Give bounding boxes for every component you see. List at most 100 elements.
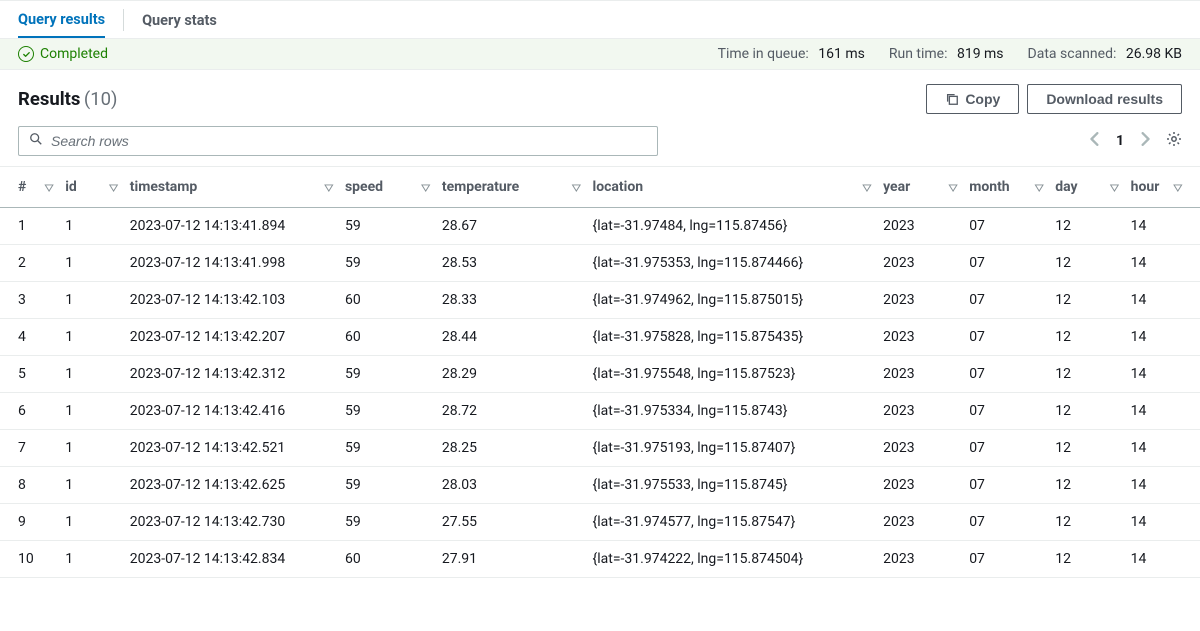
col-header-temperature[interactable]: temperature▽ <box>436 167 587 208</box>
status-completed: Completed <box>18 46 108 62</box>
status-bar: Completed Time in queue: 161 ms Run time… <box>0 39 1200 70</box>
search-wrap[interactable] <box>18 126 658 156</box>
cell-id: 1 <box>59 504 124 541</box>
cell-timestamp: 2023-07-12 14:13:42.625 <box>124 467 339 504</box>
cell-location: {lat=-31.974222, lng=115.874504} <box>587 541 878 578</box>
cell-month: 07 <box>963 430 1049 467</box>
cell-month: 07 <box>963 541 1049 578</box>
table-row: 212023-07-12 14:13:41.9985928.53{lat=-31… <box>0 245 1200 282</box>
cell-idx: 3 <box>0 282 59 319</box>
search-pager-row: 1 <box>0 126 1200 166</box>
pager: 1 <box>1090 131 1182 151</box>
cell-location: {lat=-31.975548, lng=115.87523} <box>587 356 878 393</box>
cell-location: {lat=-31.974962, lng=115.875015} <box>587 282 878 319</box>
filter-icon[interactable]: ▽ <box>421 182 429 192</box>
filter-icon[interactable]: ▽ <box>1110 182 1118 192</box>
cell-speed: 59 <box>339 208 436 245</box>
cell-id: 1 <box>59 282 124 319</box>
filter-icon[interactable]: ▽ <box>1035 182 1043 192</box>
cell-speed: 60 <box>339 319 436 356</box>
page-number: 1 <box>1116 133 1124 149</box>
table-row: 512023-07-12 14:13:42.3125928.29{lat=-31… <box>0 356 1200 393</box>
col-header-index[interactable]: #▽ <box>0 167 59 208</box>
query-results-panel: Query results Query stats Completed Time… <box>0 0 1200 578</box>
cell-temperature: 28.44 <box>436 319 587 356</box>
results-title: Results <box>18 88 80 110</box>
download-label: Download results <box>1046 91 1163 107</box>
cell-timestamp: 2023-07-12 14:13:42.207 <box>124 319 339 356</box>
cell-year: 2023 <box>877 319 963 356</box>
cell-day: 12 <box>1049 245 1124 282</box>
cell-id: 1 <box>59 541 124 578</box>
col-header-timestamp[interactable]: timestamp▽ <box>124 167 339 208</box>
cell-timestamp: 2023-07-12 14:13:41.894 <box>124 208 339 245</box>
col-header-location[interactable]: location▽ <box>587 167 878 208</box>
cell-idx: 4 <box>0 319 59 356</box>
cell-idx: 9 <box>0 504 59 541</box>
stat-queue: Time in queue: 161 ms <box>718 46 865 62</box>
col-header-speed[interactable]: speed▽ <box>339 167 436 208</box>
tabs: Query results Query stats <box>0 1 1200 39</box>
tab-query-stats[interactable]: Query stats <box>142 2 217 37</box>
cell-month: 07 <box>963 282 1049 319</box>
table-row: 1012023-07-12 14:13:42.8346027.91{lat=-3… <box>0 541 1200 578</box>
copy-icon <box>945 92 959 106</box>
results-header: Results (10) Copy Download results <box>0 70 1200 126</box>
cell-timestamp: 2023-07-12 14:13:42.416 <box>124 393 339 430</box>
search-icon <box>29 132 43 150</box>
cell-id: 1 <box>59 245 124 282</box>
col-header-year[interactable]: year▽ <box>877 167 963 208</box>
check-circle-icon <box>18 46 34 62</box>
cell-timestamp: 2023-07-12 14:13:42.730 <box>124 504 339 541</box>
cell-hour: 14 <box>1125 245 1200 282</box>
filter-icon[interactable]: ▽ <box>572 182 580 192</box>
cell-hour: 14 <box>1125 430 1200 467</box>
cell-year: 2023 <box>877 504 963 541</box>
filter-icon[interactable]: ▽ <box>863 182 871 192</box>
col-header-id[interactable]: id▽ <box>59 167 124 208</box>
copy-label: Copy <box>965 91 1000 107</box>
search-input[interactable] <box>51 133 647 149</box>
results-title-wrap: Results (10) <box>18 88 117 110</box>
table-row: 112023-07-12 14:13:41.8945928.67{lat=-31… <box>0 208 1200 245</box>
filter-icon[interactable]: ▽ <box>949 182 957 192</box>
download-results-button[interactable]: Download results <box>1027 84 1182 114</box>
settings-button[interactable] <box>1166 131 1182 151</box>
col-header-month[interactable]: month▽ <box>963 167 1049 208</box>
filter-icon[interactable]: ▽ <box>325 182 333 192</box>
cell-hour: 14 <box>1125 282 1200 319</box>
next-page-button[interactable] <box>1140 132 1150 150</box>
cell-month: 07 <box>963 467 1049 504</box>
status-label: Completed <box>40 46 108 62</box>
cell-temperature: 27.55 <box>436 504 587 541</box>
cell-month: 07 <box>963 393 1049 430</box>
cell-idx: 5 <box>0 356 59 393</box>
cell-idx: 7 <box>0 430 59 467</box>
prev-page-button[interactable] <box>1090 132 1100 150</box>
cell-id: 1 <box>59 356 124 393</box>
filter-icon[interactable]: ▽ <box>1174 182 1182 192</box>
stat-scanned: Data scanned: 26.98 KB <box>1028 46 1182 62</box>
cell-timestamp: 2023-07-12 14:13:41.998 <box>124 245 339 282</box>
cell-location: {lat=-31.975828, lng=115.875435} <box>587 319 878 356</box>
cell-speed: 59 <box>339 467 436 504</box>
table-header-row: #▽ id▽ timestamp▽ speed▽ temperature▽ lo… <box>0 167 1200 208</box>
results-count: (10) <box>84 88 118 110</box>
tab-query-results[interactable]: Query results <box>18 1 105 38</box>
cell-hour: 14 <box>1125 541 1200 578</box>
table-row: 312023-07-12 14:13:42.1036028.33{lat=-31… <box>0 282 1200 319</box>
cell-month: 07 <box>963 208 1049 245</box>
cell-idx: 1 <box>0 208 59 245</box>
col-header-hour[interactable]: hour▽ <box>1125 167 1200 208</box>
cell-idx: 6 <box>0 393 59 430</box>
cell-id: 1 <box>59 393 124 430</box>
filter-icon[interactable]: ▽ <box>109 182 117 192</box>
cell-speed: 59 <box>339 393 436 430</box>
cell-year: 2023 <box>877 467 963 504</box>
copy-button[interactable]: Copy <box>926 84 1019 114</box>
cell-idx: 8 <box>0 467 59 504</box>
results-table: #▽ id▽ timestamp▽ speed▽ temperature▽ lo… <box>0 166 1200 578</box>
cell-speed: 59 <box>339 504 436 541</box>
col-header-day[interactable]: day▽ <box>1049 167 1124 208</box>
filter-icon[interactable]: ▽ <box>45 182 53 192</box>
